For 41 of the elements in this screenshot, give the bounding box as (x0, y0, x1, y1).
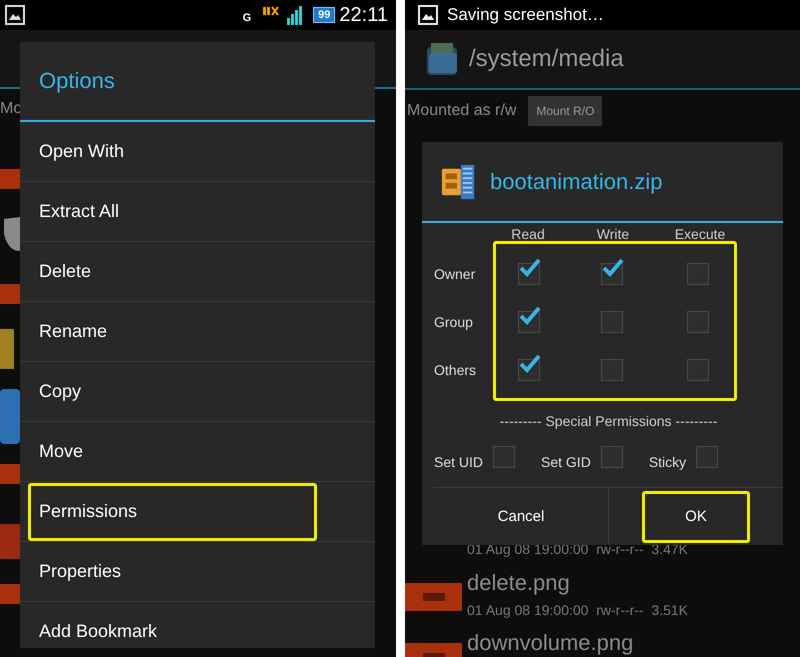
checkbox-label: Set GID (541, 454, 591, 470)
row-label: Others (434, 361, 478, 380)
dialog-title: bootanimation.zip (490, 168, 662, 194)
column-header: Write (596, 227, 630, 241)
checkbox[interactable] (518, 354, 542, 380)
dialog-title: Options (38, 67, 116, 95)
menu-item[interactable]: Open With (28, 122, 317, 180)
clock: 22:11 (339, 4, 388, 26)
mount-button[interactable]: Mount R/O (528, 96, 602, 126)
notification-icon (263, 6, 280, 16)
column-header: Read (510, 227, 546, 241)
menu-item[interactable]: Add Bookmark (28, 602, 317, 648)
picture-icon (5, 5, 25, 25)
row-label: Group (434, 313, 474, 332)
checkbox-label: Set UID (434, 454, 484, 470)
menu-item[interactable]: Permissions (28, 482, 317, 540)
file-name: delete.png (467, 569, 571, 597)
battery-icon: 99 (313, 7, 336, 23)
menu-item[interactable]: Properties (28, 542, 317, 600)
dialog-button[interactable]: OK (642, 490, 750, 542)
menu-item[interactable]: Rename (28, 302, 317, 360)
file-details: 01 Aug 08 19:00:00 rw-r--r-- 3.51K (467, 601, 688, 620)
column-header: Execute (674, 227, 726, 241)
notification-text: Saving screenshot… (447, 5, 604, 25)
checkbox-label: Sticky (648, 454, 686, 470)
file-name: downvolume.png (467, 629, 634, 657)
picture-icon (418, 5, 438, 25)
dialog-button[interactable]: Cancel (467, 490, 575, 542)
mount-status: Mounted as r/w (407, 102, 516, 120)
checkbox[interactable] (518, 258, 542, 284)
section-heading: --------- Special Permissions --------- (498, 413, 718, 429)
checkbox[interactable] (518, 306, 542, 332)
network-type-icon: G (242, 12, 252, 24)
menu-item[interactable]: Extract All (28, 182, 317, 240)
folder-path: /system/media (469, 45, 624, 73)
signal-icon (287, 5, 304, 25)
checkbox[interactable] (601, 258, 625, 284)
menu-item[interactable]: Copy (28, 362, 317, 420)
row-label: Owner (434, 265, 476, 284)
menu-item[interactable]: Move (28, 422, 317, 480)
menu-item[interactable]: Delete (28, 242, 317, 300)
